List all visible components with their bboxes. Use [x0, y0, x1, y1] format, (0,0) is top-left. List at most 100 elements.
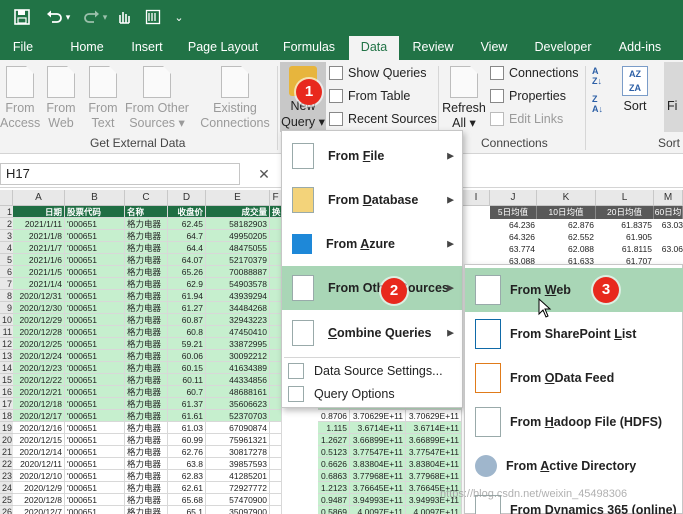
table-cell[interactable]	[270, 434, 282, 446]
column-header-k[interactable]: K	[537, 190, 596, 206]
table-cell[interactable]: '000651	[65, 254, 125, 266]
table-cell[interactable]: 2020/12/16	[13, 422, 65, 434]
table-cell[interactable]: 62.552	[537, 231, 594, 243]
row-header[interactable]: 4	[0, 242, 13, 254]
table-cell[interactable]: '000651	[65, 218, 125, 230]
row-header[interactable]: 5	[0, 254, 13, 266]
table-cell[interactable]	[270, 422, 282, 434]
table-cell[interactable]: '000651	[65, 422, 125, 434]
table-cell[interactable]: 2020/12/25	[13, 338, 65, 350]
table-cell[interactable]: 2020/12/10	[13, 470, 65, 482]
from-database-item[interactable]: From Database ▶	[282, 178, 462, 222]
table-cell[interactable]: '000651	[65, 494, 125, 506]
tab-view[interactable]: View	[472, 39, 516, 60]
table-cell[interactable]: 格力电器	[125, 470, 168, 482]
table-cell[interactable]: 2020/12/11	[13, 458, 65, 470]
row-header[interactable]: 20	[0, 434, 13, 446]
table-cell[interactable]: 1.2627	[318, 434, 350, 446]
table-cell[interactable]: 格力电器	[125, 314, 168, 326]
table-cell[interactable]: 61.03	[168, 422, 206, 434]
table-cell[interactable]: 54903578	[206, 278, 270, 290]
customize-quick-access-icon[interactable]: ⌄	[172, 6, 186, 28]
table-cell[interactable]: 2021/1/4	[13, 278, 65, 290]
table-cell[interactable]: 43939294	[206, 290, 270, 302]
table-cell[interactable]: 60.8	[168, 326, 206, 338]
table-cell[interactable]: 35097900	[206, 506, 270, 514]
table-cell[interactable]: '000651	[65, 278, 125, 290]
table-cell[interactable]: 格力电器	[125, 506, 168, 514]
table-cell[interactable]: 60.7	[168, 386, 206, 398]
table-cell[interactable]: 2020/12/14	[13, 446, 65, 458]
table-cell[interactable]: 格力电器	[125, 254, 168, 266]
table-cell[interactable]	[270, 506, 282, 514]
table-cell[interactable]: 2021/1/5	[13, 266, 65, 278]
from-web-ribbon-button[interactable]: From Web	[42, 66, 80, 131]
table-cell[interactable]: 62.876	[537, 219, 594, 231]
table-cell[interactable]: 2020/12/30	[13, 302, 65, 314]
column-header-i[interactable]: I	[463, 190, 490, 206]
from-table-button[interactable]: From Table	[329, 86, 410, 106]
table-cell[interactable]: 62.61	[168, 482, 206, 494]
table-cell[interactable]: 格力电器	[125, 338, 168, 350]
touch-mode-icon[interactable]	[112, 6, 134, 28]
table-cell[interactable]: 41285201	[206, 470, 270, 482]
tab-review[interactable]: Review	[408, 39, 458, 60]
table-cell[interactable]: 58182903	[206, 218, 270, 230]
row-header[interactable]: 2	[0, 218, 13, 230]
from-text-button[interactable]: From Text	[84, 66, 122, 131]
row-header[interactable]: 9	[0, 302, 13, 314]
table-cell[interactable]: 2021/1/8	[13, 230, 65, 242]
redo-dropdown-icon[interactable]: ▾	[100, 6, 110, 28]
row-header[interactable]: 6	[0, 266, 13, 278]
filter-button[interactable]: Fi	[664, 62, 683, 132]
table-cell[interactable]: 4.0097E+11	[350, 506, 406, 514]
table-cell[interactable]: 61.61	[168, 410, 206, 422]
table-cell[interactable]: 61.8375	[596, 219, 652, 231]
table-cell[interactable]: 63.03	[654, 219, 683, 231]
table-cell[interactable]: 格力电器	[125, 302, 168, 314]
sort-button[interactable]: AZ ZA Sort	[618, 66, 652, 114]
table-cell[interactable]: '000651	[65, 230, 125, 242]
connections-button[interactable]: Connections	[490, 63, 579, 83]
row-header[interactable]: 21	[0, 446, 13, 458]
table-cell[interactable]: 64.4	[168, 242, 206, 254]
table-cell[interactable]: 3.6714E+11	[406, 422, 462, 434]
table-cell[interactable]: 格力电器	[125, 422, 168, 434]
table-cell[interactable]: 格力电器	[125, 482, 168, 494]
sort-z-to-a-icon[interactable]: Z A↓	[592, 94, 610, 114]
table-cell[interactable]: '000651	[65, 386, 125, 398]
table-cell[interactable]: 格力电器	[125, 458, 168, 470]
table-cell[interactable]: 格力电器	[125, 278, 168, 290]
table-header-cell[interactable]: 收盘价	[168, 206, 206, 218]
table-cell[interactable]: 60.99	[168, 434, 206, 446]
data-source-settings-item[interactable]: Data Source Settings...	[282, 360, 462, 382]
table-cell[interactable]: 0.6863	[318, 470, 350, 482]
row-header[interactable]: 26	[0, 506, 13, 514]
tab-home[interactable]: Home	[62, 39, 112, 60]
table-cell[interactable]: 63.06	[654, 243, 683, 255]
table-cell[interactable]: '000651	[65, 266, 125, 278]
table-cell[interactable]	[270, 470, 282, 482]
table-cell[interactable]: 30092212	[206, 350, 270, 362]
table-cell[interactable]: 72927772	[206, 482, 270, 494]
table-cell[interactable]: 60.06	[168, 350, 206, 362]
show-queries-button[interactable]: Show Queries	[329, 63, 427, 83]
table-cell[interactable]: 65.26	[168, 266, 206, 278]
column-header-d[interactable]: D	[168, 190, 206, 206]
table-cell[interactable]: 格力电器	[125, 266, 168, 278]
from-access-button[interactable]: From Access	[0, 66, 40, 131]
table-cell[interactable]: 格力电器	[125, 386, 168, 398]
table-cell[interactable]: '000651	[65, 506, 125, 514]
table-cell[interactable]: 2020/12/28	[13, 326, 65, 338]
table-cell[interactable]: 3.83804E+11	[350, 458, 406, 470]
table-cell[interactable]: 61.37	[168, 398, 206, 410]
table-cell[interactable]: 格力电器	[125, 446, 168, 458]
select-all-corner[interactable]	[0, 190, 13, 206]
column-header-e[interactable]: E	[206, 190, 270, 206]
table-cell[interactable]: 60.87	[168, 314, 206, 326]
table-cell[interactable]: 33872995	[206, 338, 270, 350]
table-cell[interactable]: 34484268	[206, 302, 270, 314]
table-cell[interactable]: 62.9	[168, 278, 206, 290]
cancel-icon[interactable]: ✕	[254, 163, 274, 185]
row-header[interactable]: 10	[0, 314, 13, 326]
